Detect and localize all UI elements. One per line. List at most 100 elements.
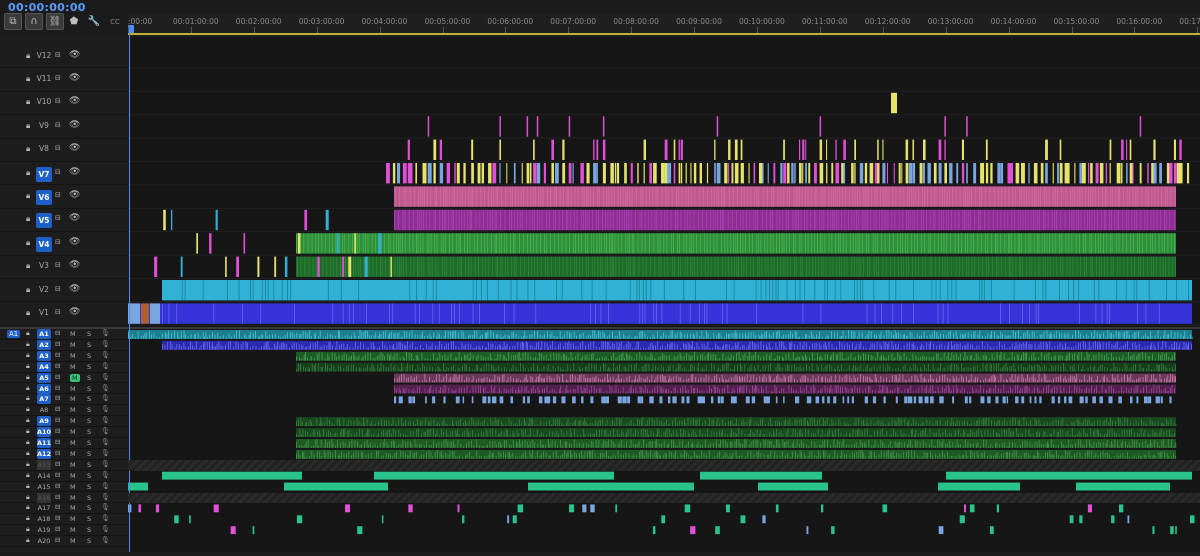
audio-wave-a2[interactable]: [849, 344, 850, 350]
clip-v5[interactable]: [932, 209, 934, 231]
audio-wave-a6[interactable]: [1098, 391, 1100, 394]
audio-wave-a2[interactable]: [1040, 342, 1042, 350]
audio-wave-a10[interactable]: [738, 428, 740, 437]
sync-lock-icon[interactable]: ⊟: [55, 438, 60, 446]
clip-v3[interactable]: [443, 256, 445, 277]
audio-wave-a3[interactable]: [1067, 354, 1069, 361]
audio-wave-a1[interactable]: [845, 335, 847, 339]
clip-v4[interactable]: [721, 233, 722, 254]
audio-wave-a2[interactable]: [370, 342, 372, 350]
audio-wave-a2[interactable]: [1038, 344, 1040, 350]
audio-wave-a6[interactable]: [997, 388, 999, 394]
audio-wave-a2[interactable]: [625, 343, 627, 350]
audio-wave-a5[interactable]: [1156, 378, 1158, 383]
audio-wave-a9[interactable]: [977, 420, 979, 427]
audio-wave-a5[interactable]: [398, 376, 400, 383]
clip-v6[interactable]: [882, 186, 884, 207]
audio-wave-a3[interactable]: [533, 358, 534, 361]
audio-wave-a3[interactable]: [1174, 352, 1175, 361]
clip-v2[interactable]: [804, 280, 806, 301]
audio-wave-a4[interactable]: [598, 369, 599, 372]
audio-clip-a7[interactable]: [443, 396, 446, 404]
audio-wave-a10[interactable]: [794, 429, 796, 438]
audio-wave-a4[interactable]: [982, 362, 984, 372]
clip-v3[interactable]: [600, 256, 602, 277]
clip-v5[interactable]: [1054, 209, 1055, 231]
audio-wave-a3[interactable]: [657, 356, 659, 361]
audio-wave-a10[interactable]: [430, 428, 432, 437]
audio-wave-a5[interactable]: [928, 379, 929, 383]
audio-wave-a6[interactable]: [862, 389, 864, 394]
track-target-toggle[interactable]: A12: [37, 448, 51, 459]
clip-v5[interactable]: [541, 209, 543, 231]
clip-v5[interactable]: [701, 209, 703, 231]
clip-v4[interactable]: [342, 233, 344, 254]
audio-wave-a9[interactable]: [444, 423, 446, 427]
audio-wave-a1[interactable]: [1023, 333, 1024, 339]
clip-v6[interactable]: [1165, 186, 1166, 207]
audio-clip-a7[interactable]: [847, 396, 850, 404]
audio-wave-a5[interactable]: [1117, 374, 1119, 383]
audio-wave-a9[interactable]: [891, 419, 893, 427]
clip-v6[interactable]: [833, 186, 835, 207]
audio-wave-a1[interactable]: [1151, 336, 1153, 339]
audio-wave-a9[interactable]: [614, 422, 615, 427]
clip-v5[interactable]: [943, 209, 945, 231]
clip-v6[interactable]: [1031, 186, 1033, 207]
audio-wave-a4[interactable]: [674, 369, 676, 372]
audio-wave-a10[interactable]: [536, 428, 538, 437]
audio-wave-a4[interactable]: [567, 364, 569, 372]
audio-wave-a4[interactable]: [932, 363, 934, 372]
audio-wave-a2[interactable]: [786, 347, 787, 350]
clip-v6[interactable]: [589, 186, 591, 207]
clip-v7[interactable]: [680, 163, 683, 184]
audio-wave-a6[interactable]: [878, 391, 880, 394]
audio-wave-a2[interactable]: [806, 342, 808, 350]
clip-v5[interactable]: [463, 209, 465, 231]
clip-v6[interactable]: [795, 186, 797, 207]
clip-v3[interactable]: [812, 256, 813, 277]
audio-wave-a5[interactable]: [616, 378, 618, 383]
clip-v3[interactable]: [1090, 256, 1092, 277]
audio-wave-a5[interactable]: [549, 375, 551, 383]
audio-wave-a6[interactable]: [775, 387, 777, 394]
audio-wave-a6[interactable]: [1123, 390, 1124, 394]
clip-v6[interactable]: [924, 186, 926, 207]
audio-wave-a3[interactable]: [704, 356, 706, 361]
audio-wave-a10[interactable]: [635, 429, 636, 437]
audio-wave-a1[interactable]: [1041, 334, 1043, 339]
audio-wave-a3[interactable]: [894, 357, 896, 361]
clip-v3[interactable]: [507, 256, 509, 277]
clip-v2[interactable]: [516, 280, 518, 301]
audio-wave-a10[interactable]: [642, 428, 644, 437]
clip-v6[interactable]: [583, 186, 585, 207]
audio-wave-a1[interactable]: [1059, 332, 1060, 339]
audio-wave-a9[interactable]: [371, 421, 372, 427]
audio-wave-a10[interactable]: [505, 428, 507, 437]
audio-wave-a4[interactable]: [533, 363, 534, 372]
audio-wave-a5[interactable]: [651, 375, 653, 383]
clip-v6[interactable]: [454, 186, 455, 207]
clip-v4[interactable]: [307, 233, 309, 254]
audio-wave-a1[interactable]: [1075, 330, 1076, 339]
audio-wave-a3[interactable]: [455, 356, 457, 361]
audio-wave-a5[interactable]: [489, 378, 490, 383]
clip-v6[interactable]: [783, 186, 785, 207]
audio-wave-a6[interactable]: [480, 385, 481, 394]
audio-wave-a4[interactable]: [580, 368, 581, 372]
clip-v3[interactable]: [340, 256, 341, 277]
audio-wave-a1[interactable]: [355, 335, 357, 339]
audio-wave-a5[interactable]: [602, 379, 604, 383]
audio-wave-a2[interactable]: [676, 344, 678, 350]
audio-wave-a9[interactable]: [1031, 424, 1033, 427]
audio-wave-a4[interactable]: [593, 364, 595, 372]
clip-v6[interactable]: [444, 186, 446, 207]
audio-wave-a4[interactable]: [520, 362, 521, 372]
clip-v7[interactable]: [409, 163, 413, 184]
audio-wave-a6[interactable]: [1156, 385, 1158, 394]
audio-wave-a2[interactable]: [1066, 347, 1068, 350]
audio-wave-a4[interactable]: [1020, 364, 1022, 372]
clip-v3[interactable]: [1150, 256, 1152, 277]
clip-v5[interactable]: [958, 209, 960, 231]
audio-wave-a2[interactable]: [503, 341, 505, 350]
